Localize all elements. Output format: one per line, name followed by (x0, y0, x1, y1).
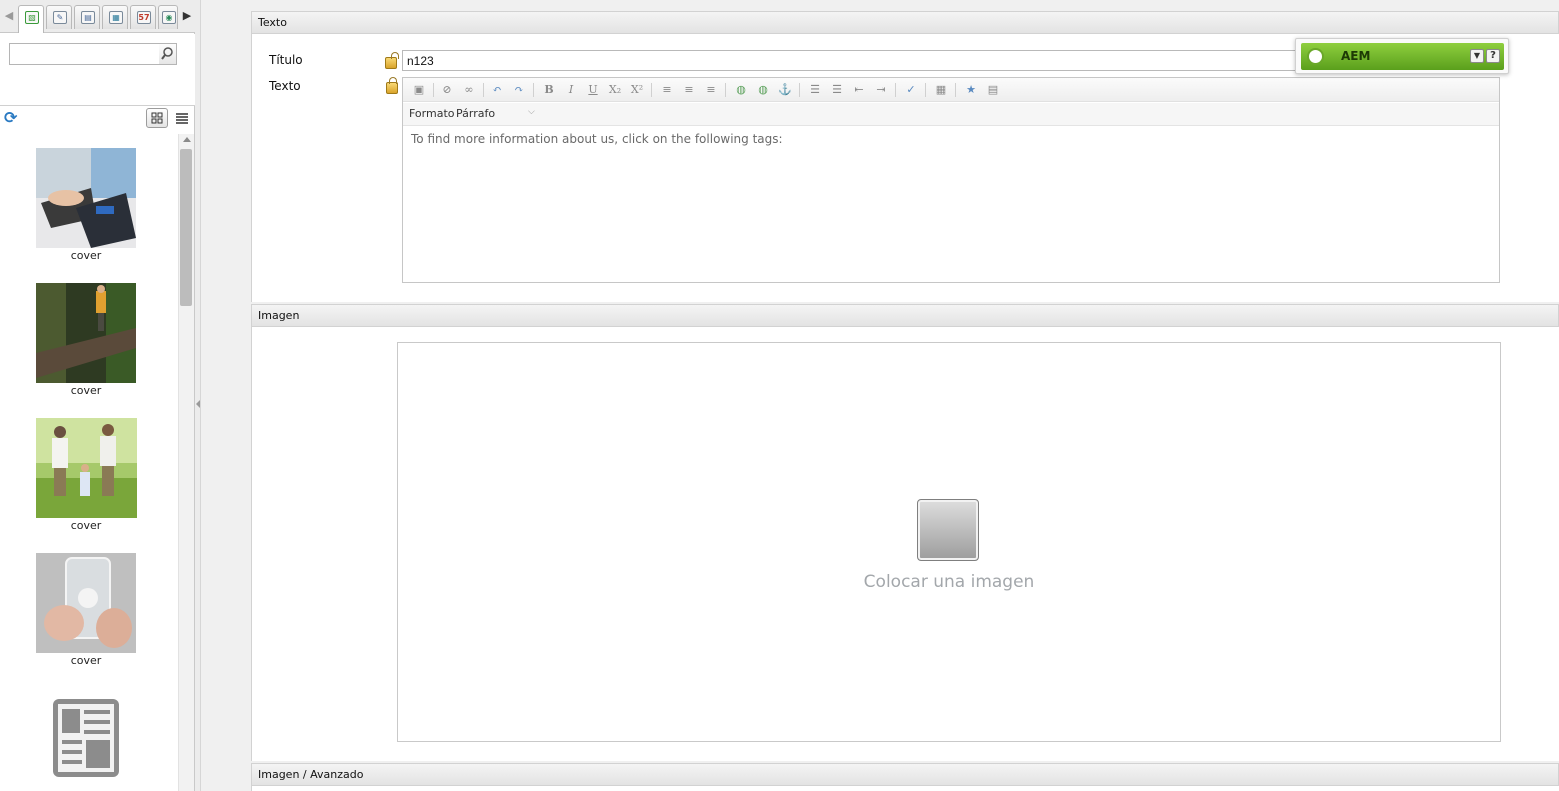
images-tab-icon: ▧ (25, 11, 39, 24)
hyperlink-icon[interactable]: ◍ (733, 82, 749, 98)
tab-documents[interactable]: ✎ (46, 5, 72, 29)
asset-label: cover (70, 384, 102, 397)
lock-icon[interactable] (386, 77, 398, 94)
image-panel-header[interactable]: Imagen (251, 304, 1559, 327)
outdent-icon[interactable]: ⇤ (851, 82, 867, 98)
search-area (0, 34, 195, 106)
tab-pages[interactable]: ▤ (74, 5, 100, 29)
subscript-icon[interactable]: X₂ (607, 82, 623, 98)
laptop-photo (36, 148, 136, 248)
view-toolbar: ⟳ (0, 107, 195, 133)
paragraphs-tab-icon: ◉ (162, 11, 176, 24)
table-icon[interactable]: ▦ (933, 82, 949, 98)
unlock-icon[interactable] (385, 52, 399, 69)
forest-photo (36, 283, 136, 383)
document-icon (53, 699, 119, 777)
asset-thumbnail[interactable] (36, 148, 136, 248)
rich-text-editor: ▣ ⊘ ∞ ↶ ↷ B I U X₂ X² ≡ ≡ ≡ ◍ ◍ ⚓ ☰ ☰ ⇤ … (402, 77, 1500, 283)
rte-content[interactable]: To find more information about us, click… (411, 132, 783, 146)
text-panel-header[interactable]: Texto (251, 11, 1559, 34)
tab-movies[interactable]: ▦ (102, 5, 128, 29)
grid-view-icon (151, 112, 163, 124)
underline-icon[interactable]: U (585, 82, 601, 98)
movies-tab-icon: ▦ (109, 11, 123, 24)
rte-toolbar: ▣ ⊘ ∞ ↶ ↷ B I U X₂ X² ≡ ≡ ≡ ◍ ◍ ⚓ ☰ ☰ ⇤ … (403, 78, 1499, 102)
tab-scroll-left-icon[interactable]: ◀ (2, 8, 16, 24)
aem-logo-icon (1307, 48, 1324, 65)
asset-label: cover (70, 519, 102, 532)
link-icon[interactable]: ∞ (461, 82, 477, 98)
tab-images[interactable]: ▧ (18, 5, 44, 33)
special-chars-icon[interactable]: ★ (963, 82, 979, 98)
chevron-down-icon[interactable]: ⌵ (528, 107, 538, 117)
pages-tab-icon: ▤ (81, 11, 95, 24)
asset-label: cover (70, 249, 102, 262)
search-input[interactable] (9, 43, 160, 65)
content-finder: ◀ ▧ ✎ ▤ ▦ 57 ◉ ▶ ⟳ cover cover cover cov… (0, 0, 195, 791)
format-bar: Formato Párrafo ⌵ (403, 103, 1499, 126)
asset-thumbnail[interactable] (36, 418, 137, 518)
superscript-icon[interactable]: X² (629, 82, 645, 98)
format-label: Formato (409, 107, 455, 120)
grid-view-button[interactable] (146, 108, 168, 128)
advanced-panel-header[interactable]: Imagen / Avanzado (251, 763, 1559, 786)
title-input[interactable] (402, 50, 1302, 71)
tab-scroll-right-icon[interactable]: ▶ (180, 8, 194, 24)
remove-hyperlink-icon[interactable]: ◍ (755, 82, 771, 98)
asset-label: cover (70, 654, 102, 667)
refresh-icon[interactable]: ⟳ (4, 110, 20, 126)
anchor-icon[interactable]: ⚓ (777, 82, 793, 98)
align-center-icon[interactable]: ≡ (681, 82, 697, 98)
redo-icon[interactable]: ↷ (511, 82, 527, 98)
aem-title: AEM (1341, 49, 1371, 63)
collapse-arrow-icon[interactable] (196, 400, 200, 408)
aem-menu-button[interactable]: ▼ (1470, 49, 1484, 63)
bold-icon[interactable]: B (541, 82, 557, 98)
align-left-icon[interactable]: ≡ (659, 82, 675, 98)
scroll-up-icon[interactable] (183, 137, 191, 142)
search-button[interactable] (159, 43, 177, 65)
undo-icon[interactable]: ↶ (489, 82, 505, 98)
tab-paragraphs[interactable]: ◉ (158, 5, 178, 29)
documents-tab-icon: ✎ (53, 11, 67, 24)
aem-sidekick: AEM ▼ ? (1295, 38, 1509, 74)
image-drop-target[interactable]: Colocar una imagen (397, 342, 1501, 742)
asset-list: cover cover cover cover (0, 134, 178, 791)
family-photo (36, 418, 137, 518)
asset-scrollbar[interactable] (178, 134, 194, 791)
text-label: Texto (269, 79, 301, 93)
spellcheck-icon[interactable]: ✓ (903, 82, 919, 98)
unlink-icon[interactable]: ⊘ (439, 82, 455, 98)
asset-thumbnail[interactable] (36, 553, 136, 653)
sidebar-splitter[interactable] (195, 0, 201, 791)
align-right-icon[interactable]: ≡ (703, 82, 719, 98)
list-view-button[interactable] (172, 108, 192, 128)
numbered-list-icon[interactable]: ☰ (829, 82, 845, 98)
aem-titlebar[interactable]: AEM ▼ ? (1301, 43, 1504, 70)
list-view-icon (176, 113, 188, 124)
bullet-list-icon[interactable]: ☰ (807, 82, 823, 98)
content-finder-tabbar: ◀ ▧ ✎ ▤ ▦ 57 ◉ ▶ (0, 0, 195, 33)
source-edit-icon[interactable]: ▤ (985, 82, 1001, 98)
calendar-tab-icon: 57 (137, 11, 151, 24)
scroll-thumb[interactable] (180, 149, 192, 306)
tab-calendar[interactable]: 57 (130, 5, 156, 29)
asset-thumbnail[interactable] (52, 698, 120, 778)
asset-thumbnail[interactable] (36, 283, 136, 383)
indent-icon[interactable]: ⇥ (873, 82, 889, 98)
advanced-panel-body (251, 786, 1559, 791)
paste-icon[interactable]: ▣ (411, 82, 427, 98)
image-placeholder-icon (917, 499, 979, 561)
image-placeholder-text: Colocar una imagen (863, 572, 1035, 592)
italic-icon[interactable]: I (563, 82, 579, 98)
search-icon (161, 47, 173, 60)
phone-photo (36, 553, 136, 653)
help-icon[interactable]: ? (1486, 49, 1500, 63)
title-label: Título (269, 53, 303, 67)
